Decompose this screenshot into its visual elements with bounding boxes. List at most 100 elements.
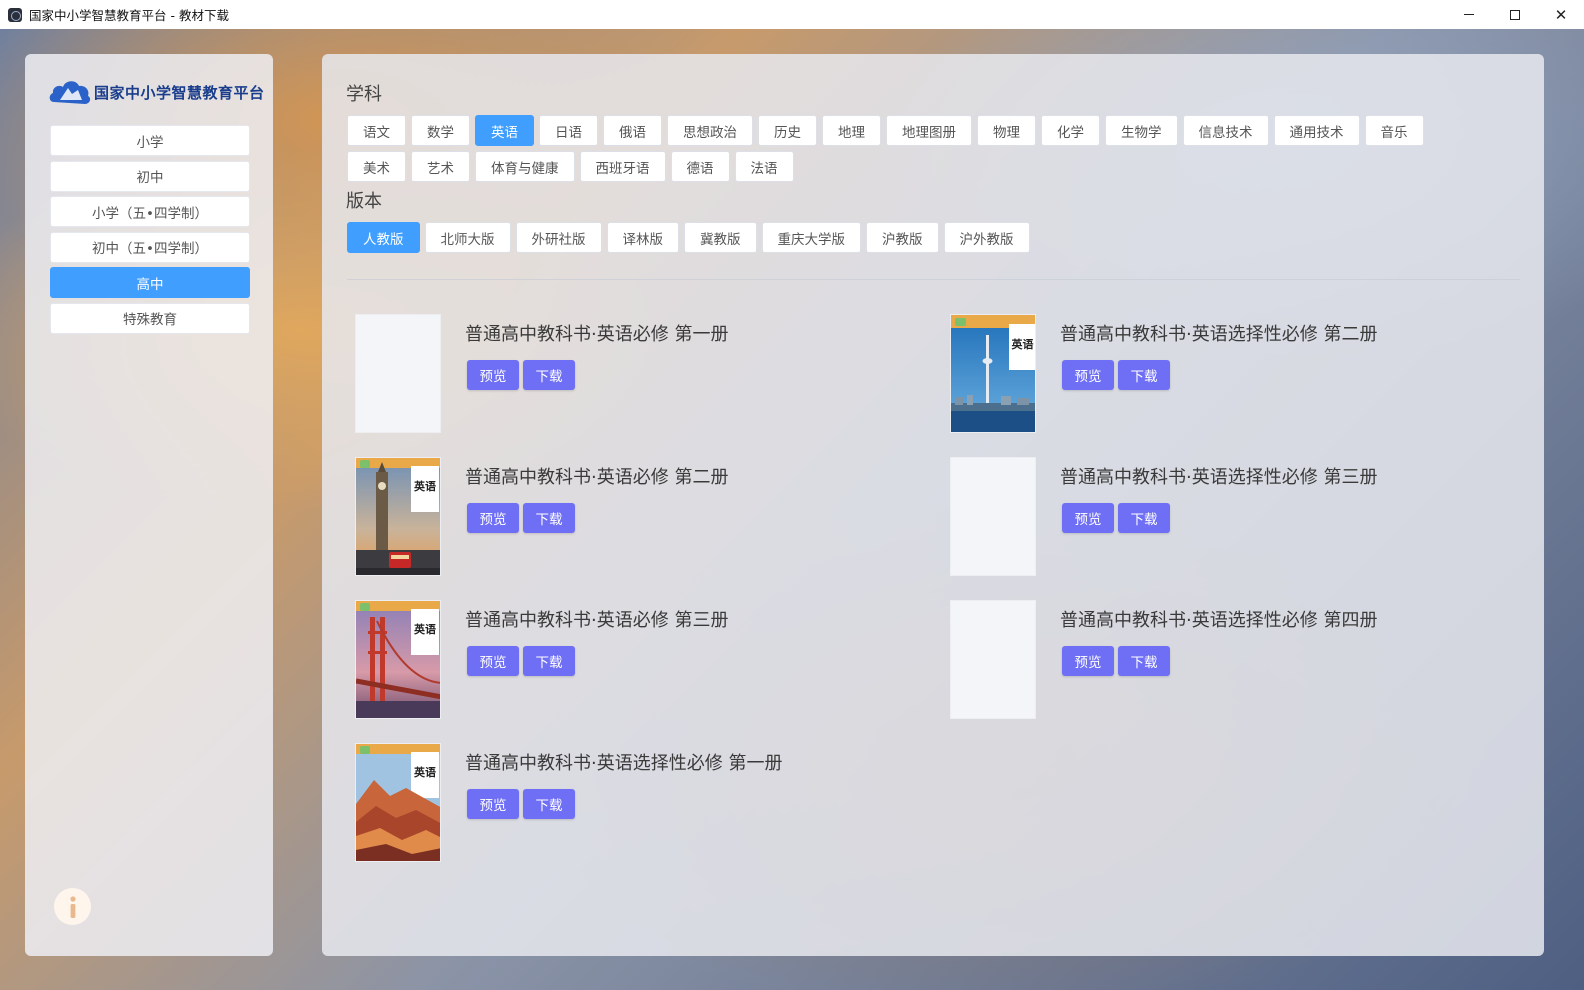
main-panel: 学科 语文 数学 英语 日语 俄语 思想政治 历史 地理 地理图册 物理 化学 … (322, 54, 1544, 956)
preview-button[interactable]: 预览 (467, 789, 519, 819)
window-controls: ✕ (1446, 0, 1584, 29)
info-icon (69, 895, 76, 918)
book-cover-image: 英语 (355, 457, 441, 576)
subject-tag[interactable]: 地理 (822, 115, 881, 146)
level-item[interactable]: 初中 (50, 160, 250, 192)
subject-tag[interactable]: 日语 (539, 115, 598, 146)
edition-tag-active[interactable]: 人教版 (347, 222, 420, 253)
book-cover-image: 英语 (950, 314, 1036, 433)
book-cover-image: 英语 (355, 600, 441, 719)
edition-tag[interactable]: 北师大版 (424, 222, 511, 253)
platform-logo: 国家中小学智慧教育平台 (48, 76, 265, 108)
cover-title: 英语 (413, 765, 436, 779)
level-item[interactable]: 小学（五•四学制） (50, 196, 250, 228)
preview-button[interactable]: 预览 (1062, 503, 1114, 533)
book-title: 普通高中教科书·英语必修 第二册 (465, 467, 729, 488)
preview-button[interactable]: 预览 (467, 646, 519, 676)
book-actions: 预览 下载 (467, 646, 575, 676)
subject-tag[interactable]: 体育与健康 (475, 151, 575, 182)
book-actions: 预览 下载 (467, 360, 575, 390)
edition-tag[interactable]: 沪外教版 (943, 222, 1030, 253)
subject-tag[interactable]: 信息技术 (1182, 115, 1269, 146)
download-button[interactable]: 下载 (1118, 360, 1170, 390)
subject-tag[interactable]: 音乐 (1364, 115, 1424, 146)
book-item: 普通高中教科书·英语必修 第一册 预览 下载 (355, 314, 915, 434)
download-button[interactable]: 下载 (523, 503, 575, 533)
info-button[interactable] (54, 888, 91, 925)
window-title: 国家中小学智慧教育平台 - 教材下载 (29, 8, 229, 23)
minimize-icon (1464, 14, 1474, 15)
book-item: 普通高中教科书·英语选择性必修 第三册 预览 下载 (950, 457, 1510, 577)
book-title: 普通高中教科书·英语必修 第三册 (465, 610, 729, 631)
subject-tag[interactable]: 地理图册 (886, 115, 972, 146)
book-item: 英语 普通高中教科书·英语选择性必修 第二册 预览 下载 (950, 314, 1510, 434)
book-item: 英语 普通高中教科书·英语必修 第三册 预览 下载 (355, 600, 915, 720)
edition-tag[interactable]: 沪教版 (866, 222, 939, 253)
book-actions: 预览 下载 (1062, 360, 1170, 390)
level-item[interactable]: 小学 (50, 125, 250, 156)
download-button[interactable]: 下载 (523, 789, 575, 819)
subject-tag[interactable]: 语文 (347, 115, 406, 146)
cover-title: 英语 (413, 622, 436, 636)
book-item: 英语 普通高中教科书·英语必修 第二册 预览 下载 (355, 457, 915, 577)
level-item-active[interactable]: 高中 (50, 267, 250, 299)
subject-tag[interactable]: 美术 (347, 151, 406, 182)
edition-tag[interactable]: 译林版 (606, 222, 679, 253)
download-button[interactable]: 下载 (1118, 503, 1170, 533)
minimize-button[interactable] (1446, 0, 1492, 29)
bigben-cover-art: 英语 (356, 458, 440, 575)
section-divider (347, 279, 1520, 280)
book-cover-placeholder (355, 314, 441, 433)
preview-button[interactable]: 预览 (467, 503, 519, 533)
subject-tag[interactable]: 德语 (670, 151, 730, 182)
level-item[interactable]: 特殊教育 (50, 302, 250, 334)
sidebar: 国家中小学智慧教育平台 小学 初中 小学（五•四学制） 初中（五•四学制） 高中… (25, 54, 273, 956)
book-title: 普通高中教科书·英语选择性必修 第三册 (1060, 467, 1378, 488)
subject-tag[interactable]: 通用技术 (1273, 115, 1360, 146)
book-cover-placeholder (950, 600, 1036, 719)
download-button[interactable]: 下载 (523, 360, 575, 390)
close-button[interactable]: ✕ (1538, 0, 1584, 29)
book-cover-placeholder (950, 457, 1036, 576)
subject-section-title: 学科 (346, 84, 382, 105)
subject-tag[interactable]: 法语 (734, 151, 794, 182)
subject-tag[interactable]: 历史 (758, 115, 817, 146)
preview-button[interactable]: 预览 (1062, 360, 1114, 390)
edition-tag[interactable]: 冀教版 (684, 222, 757, 253)
subject-tag[interactable]: 物理 (977, 115, 1036, 146)
mountain-cover-art: 英语 (356, 744, 440, 861)
cover-title: 英语 (413, 479, 436, 493)
cover-title: 英语 (1011, 337, 1034, 351)
subject-tag[interactable]: 俄语 (603, 115, 662, 146)
download-button[interactable]: 下载 (523, 646, 575, 676)
subject-tag[interactable]: 化学 (1041, 115, 1100, 146)
platform-name: 国家中小学智慧教育平台 (94, 83, 265, 102)
preview-button[interactable]: 预览 (467, 360, 519, 390)
edition-tag[interactable]: 外研社版 (515, 222, 602, 253)
bridge-cover-art: 英语 (356, 601, 440, 718)
cloud-logo-icon (49, 81, 91, 104)
subject-tag[interactable]: 西班牙语 (579, 151, 666, 182)
subject-tag-active[interactable]: 英语 (475, 115, 534, 146)
subject-tag[interactable]: 生物学 (1105, 115, 1178, 146)
edition-tags: 人教版 北师大版 外研社版 译林版 冀教版 重庆大学版 沪教版 沪外教版 (347, 222, 1527, 253)
book-actions: 预览 下载 (1062, 646, 1170, 676)
book-item: 普通高中教科书·英语选择性必修 第四册 预览 下载 (950, 600, 1510, 720)
download-button[interactable]: 下载 (1118, 646, 1170, 676)
book-actions: 预览 下载 (467, 503, 575, 533)
subject-tag[interactable]: 思想政治 (667, 115, 753, 146)
edition-section-title: 版本 (346, 191, 382, 212)
app-icon (8, 7, 22, 22)
level-list: 小学 初中 小学（五•四学制） 初中（五•四学制） 高中 特殊教育 (50, 125, 250, 339)
edition-tag[interactable]: 重庆大学版 (761, 222, 861, 253)
preview-button[interactable]: 预览 (1062, 646, 1114, 676)
subject-tag[interactable]: 数学 (411, 115, 470, 146)
tower-cover-art: 英语 (951, 315, 1035, 432)
maximize-button[interactable] (1492, 0, 1538, 29)
book-cover-image: 英语 (355, 743, 441, 862)
maximize-icon (1510, 9, 1520, 20)
book-actions: 预览 下载 (1062, 503, 1170, 533)
book-actions: 预览 下载 (467, 789, 575, 819)
subject-tag[interactable]: 艺术 (411, 151, 470, 182)
level-item[interactable]: 初中（五•四学制） (50, 231, 250, 263)
